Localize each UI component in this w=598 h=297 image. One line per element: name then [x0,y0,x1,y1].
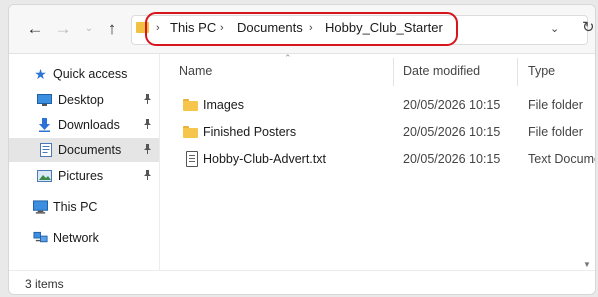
pin-icon[interactable] [143,118,152,132]
status-bar: 3 items [9,270,595,294]
file-name: Images [203,98,244,112]
file-name: Hobby-Club-Advert.txt [203,152,326,166]
sidebar-item-documents[interactable]: Documents [9,138,159,162]
sort-ascending-icon: ⌃ [284,53,292,63]
computer-icon [33,200,48,214]
file-type: File folder [528,125,583,139]
scroll-down-icon[interactable]: ▼ [583,260,591,269]
sidebar-item-network[interactable]: Network [9,226,159,250]
sidebar-item-pictures[interactable]: Pictures [9,164,159,188]
sidebar-item-label: Quick access [53,67,128,81]
column-divider[interactable] [517,58,518,86]
column-header-date-modified[interactable]: Date modified [403,64,480,78]
sidebar-item-label: Pictures [58,169,104,183]
file-date: 20/05/2026 10:15 [403,125,501,139]
up-button[interactable]: ↑ [102,19,122,39]
breadcrumb-separator-icon: › [309,22,313,34]
sidebar-item-label: Downloads [58,118,120,132]
documents-icon [38,143,53,157]
address-dropdown-icon[interactable]: ⌄ [550,22,559,35]
file-row[interactable]: Finished Posters 20/05/2026 10:15 File f… [160,120,595,144]
sidebar-item-label: Desktop [58,93,104,107]
file-date: 20/05/2026 10:15 [403,98,501,112]
breadcrumb-hobby-club-starter[interactable]: Hobby_Club_Starter [325,20,443,35]
forward-button[interactable]: → [53,19,73,39]
back-arrow-icon: ← [26,19,44,38]
file-type: Text Documen [528,152,595,166]
file-date: 20/05/2026 10:15 [403,152,501,166]
sidebar-item-desktop[interactable]: Desktop [9,88,159,112]
chevron-down-icon: ⌄ [84,22,94,34]
sidebar-item-label: Documents [58,143,122,157]
folder-icon [136,22,149,33]
text-file-icon [186,151,198,167]
sidebar-item-quick-access[interactable]: ★ Quick access [9,62,159,86]
up-arrow-icon: ↑ [107,19,117,38]
sidebar-item-label: Network [53,231,99,245]
pin-icon[interactable] [143,169,152,183]
breadcrumb-separator-icon: › [156,22,160,34]
file-row[interactable]: Images 20/05/2026 10:15 File folder [160,93,595,117]
network-icon [33,231,48,245]
star-icon: ★ [34,65,47,82]
sidebar-item-label: This PC [53,200,98,214]
file-type: File folder [528,98,583,112]
column-header-type[interactable]: Type [528,64,555,78]
folder-icon [183,126,198,138]
recent-locations-button[interactable]: ⌄ [79,18,99,38]
navigation-toolbar: ← → ⌄ ↑ › This PC › Documents › Hobby_Cl… [9,5,595,54]
sidebar-item-this-pc[interactable]: This PC [9,195,159,219]
item-count: 3 items [25,277,64,291]
forward-arrow-icon: → [54,19,72,38]
navigation-pane: ★ Quick access Desktop Downloads Documen… [9,54,160,270]
file-name: Finished Posters [203,125,297,139]
pin-icon[interactable] [143,143,152,157]
breadcrumb-documents[interactable]: Documents [237,20,303,35]
folder-icon [183,99,198,111]
desktop-icon [37,94,52,107]
file-explorer-window: ← → ⌄ ↑ › This PC › Documents › Hobby_Cl… [8,4,596,295]
column-header-name[interactable]: Name [179,64,212,78]
download-icon [37,118,52,132]
refresh-icon[interactable]: ↻ [582,18,595,36]
column-divider[interactable] [393,58,394,86]
breadcrumb-this-pc[interactable]: This PC [170,20,216,35]
breadcrumb-separator-icon: › [220,22,224,34]
file-row[interactable]: Hobby-Club-Advert.txt 20/05/2026 10:15 T… [160,147,595,171]
back-button[interactable]: ← [25,19,45,39]
pictures-icon [37,170,52,183]
sidebar-item-downloads[interactable]: Downloads [9,113,159,137]
pin-icon[interactable] [143,93,152,107]
